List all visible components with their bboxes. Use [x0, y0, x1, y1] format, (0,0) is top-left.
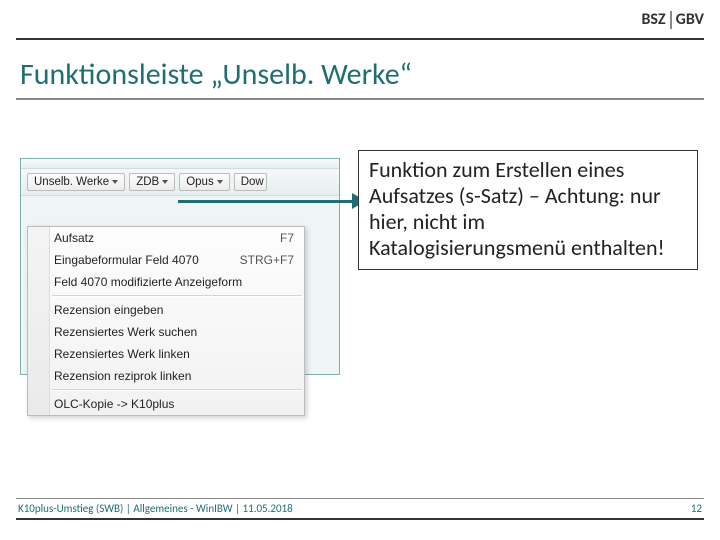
toolbar-btn-unselb-werke[interactable]: Unselb. Werke	[27, 173, 125, 191]
menu-separator	[52, 389, 302, 391]
toolbar-btn-label: Opus	[186, 176, 214, 188]
arrow-line-icon	[178, 200, 354, 203]
chevron-down-icon	[217, 180, 223, 184]
menu-item-label: Rezension reziprok linken	[54, 369, 191, 383]
title-underline	[16, 98, 704, 100]
toolbar-btn-label: Unselb. Werke	[34, 176, 109, 188]
menu-item-label: OLC-Kopie -> K10plus	[54, 397, 174, 411]
menu-item-rezension-eingeben[interactable]: Rezension eingeben	[8, 299, 304, 321]
menu-item-rez-werk-suchen[interactable]: Rezensiertes Werk suchen	[8, 321, 304, 343]
menu-item-rez-reziprok-linken[interactable]: Rezension reziprok linken	[8, 365, 304, 387]
menu-separator	[52, 295, 302, 297]
menu-item-label: Aufsatz	[54, 231, 94, 245]
menu-item-label: Rezensiertes Werk linken	[54, 347, 190, 361]
page-title: Funktionsleiste „Unselb. Werke“	[20, 56, 412, 93]
toolbar-btn-label: Dow	[241, 176, 264, 188]
menu-item-label: Rezension eingeben	[54, 303, 163, 317]
header-rule: BSZ GBV	[16, 16, 704, 40]
chevron-down-icon	[162, 180, 168, 184]
page-number: 12	[691, 502, 702, 515]
app-toolbar: Unselb. Werke ZDB Opus Dow	[21, 169, 339, 196]
menu-item-anzeigeform[interactable]: Feld 4070 modifizierte Anzeigeform	[8, 271, 304, 293]
menu-item-shortcut: F7	[280, 231, 294, 245]
toolbar-btn-opus[interactable]: Opus	[179, 173, 230, 191]
menu-item-eingabeformular[interactable]: Eingabeformular Feld 4070 STRG+F7	[8, 249, 304, 271]
menu-item-aufsatz[interactable]: Aufsatz F7	[8, 227, 304, 249]
logo-bsz: BSZ	[641, 10, 665, 29]
logo-gbv: GBV	[676, 10, 704, 29]
toolbar-btn-label: ZDB	[136, 176, 159, 188]
menu-item-rez-werk-linken[interactable]: Rezensiertes Werk linken	[8, 343, 304, 365]
toolbar-btn-zdb[interactable]: ZDB	[129, 173, 175, 191]
callout-box: Funktion zum Erstellen eines Aufsatzes (…	[358, 150, 698, 270]
menu-item-olc-kopie[interactable]: OLC-Kopie -> K10plus	[8, 393, 304, 415]
footer: K10plus-Umstieg (SWB) | Allgemeines - Wi…	[16, 498, 704, 520]
app-top-strip	[21, 159, 339, 169]
menu-item-shortcut: STRG+F7	[240, 253, 294, 267]
callout-arrow	[178, 193, 366, 211]
menu-item-label: Feld 4070 modifizierte Anzeigeform	[54, 275, 242, 289]
app-screenshot: Unselb. Werke ZDB Opus Dow Aufsatz F7 Ei…	[20, 158, 340, 375]
menu-item-label: Eingabeformular Feld 4070	[54, 253, 199, 267]
chevron-down-icon	[112, 180, 118, 184]
toolbar-btn-partial[interactable]: Dow	[234, 173, 267, 191]
logo-group: BSZ GBV	[641, 10, 704, 29]
menu-item-label: Rezensiertes Werk suchen	[54, 325, 197, 339]
dropdown-menu: Aufsatz F7 Eingabeformular Feld 4070 STR…	[27, 226, 305, 416]
footer-text: K10plus-Umstieg (SWB) | Allgemeines - Wi…	[18, 502, 293, 515]
logo-divider-icon	[670, 11, 672, 29]
